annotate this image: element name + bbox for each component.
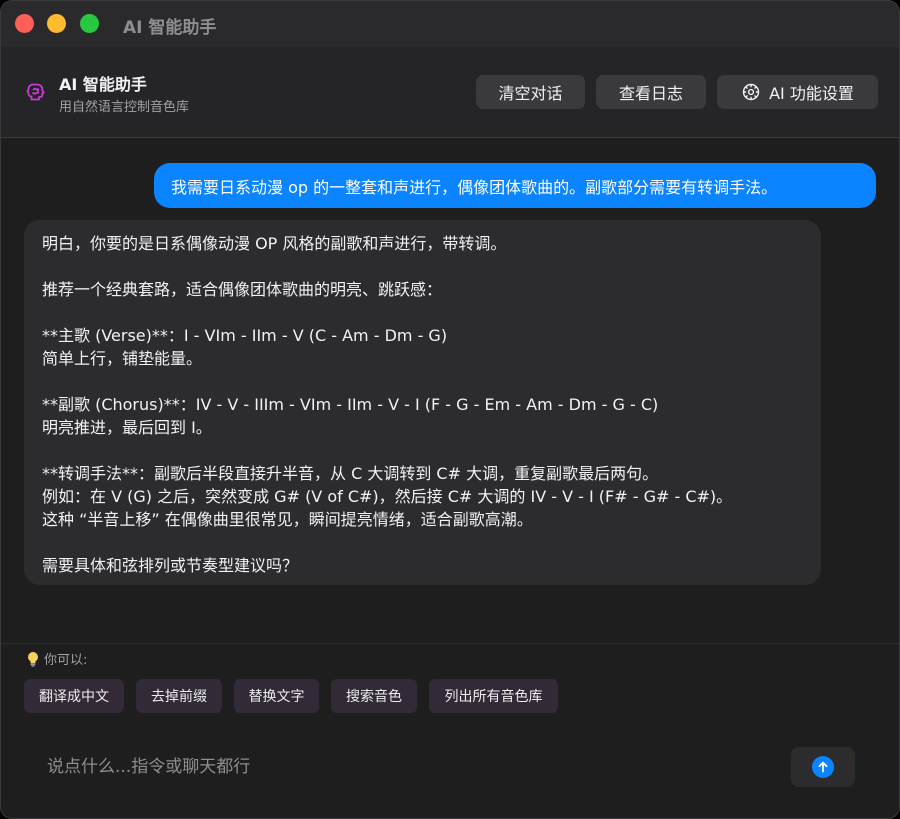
window-title: AI 智能助手 bbox=[123, 18, 217, 38]
message-line: **主歌 (Verse)**：I - VIm - IIm - V (C - Am… bbox=[42, 326, 448, 345]
minimize-window-button[interactable] bbox=[47, 14, 66, 33]
message-line: 推荐一个经典套路，适合偶像团体歌曲的明亮、跳跃感： bbox=[42, 280, 443, 299]
message-line: **转调手法**：副歌后半段直接升半音，从 C 大调转到 C# 大调，重复副歌最… bbox=[42, 464, 659, 483]
composer bbox=[1, 723, 899, 818]
assistant-message-bubble: 明白，你要的是日系偶像动漫 OP 风格的副歌和声进行，带转调。 推荐一个经典套路，… bbox=[24, 220, 821, 585]
app-window: AI 智能助手 AI 智能助手 用自然语言控制音色库 清空对话 查看日志 AI … bbox=[0, 0, 900, 819]
message-line: 简单上行，铺垫能量。 bbox=[42, 349, 203, 368]
view-logs-label: 查看日志 bbox=[618, 84, 683, 103]
message-input[interactable] bbox=[31, 745, 771, 789]
message-line-gap bbox=[42, 531, 803, 554]
zoom-window-button[interactable] bbox=[80, 14, 99, 33]
message-line-gap bbox=[42, 370, 803, 393]
brain-icon bbox=[25, 81, 47, 103]
suggestion-chip-list-libraries[interactable]: 列出所有音色库 bbox=[429, 679, 558, 713]
message-line: 例如：在 V (G) 之后，突然变成 G# (V of C#)，然后接 C# 大… bbox=[42, 487, 733, 506]
suggestion-chip-remove-prefix[interactable]: 去掉前缀 bbox=[136, 679, 222, 713]
user-message-bubble: 我需要日系动漫 op 的一整套和声进行，偶像团体歌曲的。副歌部分需要有转调手法。 bbox=[154, 163, 876, 208]
arrow-up-icon bbox=[812, 756, 834, 778]
message-line: **副歌 (Chorus)**：IV - V - IIIm - VIm - II… bbox=[42, 395, 659, 414]
app-subtitle: 用自然语言控制音色库 bbox=[59, 100, 190, 115]
send-button[interactable] bbox=[791, 747, 855, 787]
suggestions-bar: 你可以: 翻译成中文 去掉前缀 替换文字 搜索音色 列出所有音色库 bbox=[1, 643, 899, 723]
message-line-gap bbox=[42, 255, 803, 278]
message-line-gap bbox=[42, 301, 803, 324]
view-logs-button[interactable]: 查看日志 bbox=[596, 75, 706, 109]
assistant-header: AI 智能助手 用自然语言控制音色库 清空对话 查看日志 AI 功能设置 bbox=[1, 47, 899, 138]
message-line: 明亮推进，最后回到 I。 bbox=[42, 418, 212, 437]
message-line: 这种 “半音上移” 在偶像曲里很常见，瞬间提亮情绪，适合副歌高潮。 bbox=[42, 510, 533, 529]
app-name: AI 智能助手 bbox=[59, 75, 147, 94]
suggestion-chip-translate[interactable]: 翻译成中文 bbox=[24, 679, 124, 713]
suggestion-hint: 你可以: bbox=[26, 649, 87, 668]
suggestion-hint-text: 你可以: bbox=[44, 653, 88, 668]
title-bar: AI 智能助手 bbox=[1, 1, 899, 47]
ai-settings-label: AI 功能设置 bbox=[769, 84, 854, 103]
clear-chat-button[interactable]: 清空对话 bbox=[476, 75, 585, 109]
lightbulb-icon bbox=[26, 651, 40, 667]
suggestion-chip-search-sounds[interactable]: 搜索音色 bbox=[331, 679, 417, 713]
message-line-gap bbox=[42, 439, 803, 462]
chat-area[interactable]: 我需要日系动漫 op 的一整套和声进行，偶像团体歌曲的。副歌部分需要有转调手法。… bbox=[1, 138, 899, 643]
close-window-button[interactable] bbox=[15, 14, 34, 33]
message-line: 明白，你要的是日系偶像动漫 OP 风格的副歌和声进行，带转调。 bbox=[42, 234, 507, 253]
user-message-text: 我需要日系动漫 op 的一整套和声进行，偶像团体歌曲的。副歌部分需要有转调手法。 bbox=[171, 177, 778, 197]
clear-chat-label: 清空对话 bbox=[498, 84, 563, 103]
gear-icon bbox=[741, 82, 761, 102]
suggestion-chip-replace-text[interactable]: 替换文字 bbox=[234, 679, 319, 713]
message-line: 需要具体和弦排列或节奏型建议吗？ bbox=[42, 556, 299, 575]
ai-settings-button[interactable]: AI 功能设置 bbox=[717, 75, 878, 109]
